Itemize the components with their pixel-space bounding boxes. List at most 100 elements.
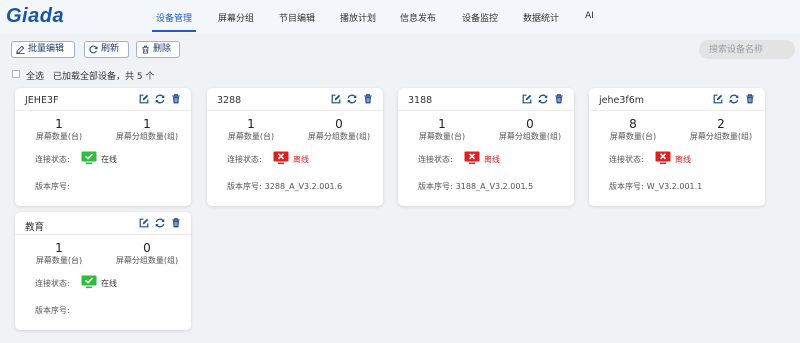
screen-count-label: 屏幕数量(台) xyxy=(609,132,657,141)
version-label: 版本序号: xyxy=(35,306,70,315)
card-actions xyxy=(328,94,373,105)
refresh-icon xyxy=(89,45,98,54)
nav-active-indicator xyxy=(152,30,196,32)
group-count-value: 0 xyxy=(526,117,534,131)
group-count-label: 屏幕分组数量(组) xyxy=(115,132,179,141)
card-divider xyxy=(15,234,191,235)
nav-item-device-management[interactable]: 设备管理 xyxy=(156,11,192,24)
select-all-checkbox[interactable] xyxy=(12,70,20,78)
version-text: 版本序号: 3288_A_V3.2.001.6 xyxy=(227,181,342,192)
connection-status-text: 在线 xyxy=(101,155,117,164)
card-actions xyxy=(136,94,181,105)
connection-status-label: 连接状态: xyxy=(418,155,453,164)
edit-icon[interactable] xyxy=(713,94,723,104)
screen-count-stat: 8 屏幕数量(台) xyxy=(589,117,677,142)
monitor-online-icon xyxy=(81,275,97,289)
group-count-value: 1 xyxy=(143,117,151,131)
version-text: 版本序号: 3188_A_V3.2.001.5 xyxy=(418,181,533,192)
delete-button[interactable]: 删除 xyxy=(136,41,180,58)
screen-count-label: 屏幕数量(台) xyxy=(418,132,466,141)
refresh-icon[interactable] xyxy=(538,94,548,104)
edit-icon[interactable] xyxy=(331,94,341,104)
card-actions xyxy=(710,94,755,105)
refresh-icon[interactable] xyxy=(347,94,357,104)
refresh-icon[interactable] xyxy=(155,218,165,228)
group-count-value: 2 xyxy=(717,117,725,131)
trash-icon[interactable] xyxy=(171,218,181,228)
group-count-stat: 0 屏幕分组数量(组) xyxy=(103,241,191,266)
refresh-label: 刷新 xyxy=(101,44,120,54)
card-divider xyxy=(207,110,383,111)
select-all-label: 全选 xyxy=(26,72,45,82)
refresh-button[interactable]: 刷新 xyxy=(84,41,129,58)
connection-status-label: 连接状态: xyxy=(609,155,644,164)
monitor-offline-icon xyxy=(464,151,480,165)
version-value: 3188_A_V3.2.001.5 xyxy=(455,182,534,191)
trash-icon[interactable] xyxy=(363,94,373,104)
connection-status-label: 连接状态: xyxy=(35,155,70,164)
device-card[interactable]: JEHE3F 1 屏幕数量(台) 1 屏幕分组数量(组) 连接状态: 在线 版本… xyxy=(15,88,191,206)
version-label: 版本序号: xyxy=(227,182,262,191)
card-divider xyxy=(589,110,765,111)
nav-item-data-stats[interactable]: 数据统计 xyxy=(523,11,559,24)
connection-status-label: 连接状态: xyxy=(35,279,70,288)
device-name: 3188 xyxy=(408,95,433,106)
trash-icon[interactable] xyxy=(745,94,755,104)
app-logo: Giada xyxy=(6,5,65,27)
edit-icon[interactable] xyxy=(522,94,532,104)
group-count-label: 屏幕分组数量(组) xyxy=(498,132,562,141)
version-text: 版本序号: xyxy=(35,305,73,316)
device-card[interactable]: 3288 1 屏幕数量(台) 0 屏幕分组数量(组) 连接状态: 离线 版本序号… xyxy=(207,88,383,206)
edit-icon[interactable] xyxy=(139,218,149,228)
batch-edit-label: 批量编辑 xyxy=(28,44,65,54)
batch-edit-button[interactable]: 批量编辑 xyxy=(11,41,75,58)
top-bar: Giada 设备管理 屏幕分组 节目编辑 播放计划 信息发布 设备监控 数据统计… xyxy=(0,0,800,34)
group-count-stat: 2 屏幕分组数量(组) xyxy=(677,117,765,142)
device-name: jehe3f6m xyxy=(599,95,645,106)
trash-icon xyxy=(142,45,149,54)
trash-icon[interactable] xyxy=(171,94,181,104)
version-label: 版本序号: xyxy=(609,182,644,191)
nav-item-ai[interactable]: AI xyxy=(585,11,594,21)
nav-item-device-monitor[interactable]: 设备监控 xyxy=(462,11,498,24)
refresh-icon[interactable] xyxy=(729,94,739,104)
version-text: 版本序号: W_V3.2.001.1 xyxy=(609,181,702,192)
group-count-stat: 1 屏幕分组数量(组) xyxy=(103,117,191,142)
connection-status-label: 连接状态: xyxy=(227,155,262,164)
group-count-value: 0 xyxy=(335,117,343,131)
device-card[interactable]: jehe3f6m 8 屏幕数量(台) 2 屏幕分组数量(组) 连接状态: 离线 … xyxy=(589,88,765,206)
version-label: 版本序号: xyxy=(418,182,453,191)
search-input[interactable] xyxy=(699,40,795,59)
nav-item-info-publish[interactable]: 信息发布 xyxy=(400,11,436,24)
trash-icon[interactable] xyxy=(554,94,564,104)
screen-count-label: 屏幕数量(台) xyxy=(227,132,275,141)
connection-status-text: 离线 xyxy=(484,155,500,164)
connection-status-text: 离线 xyxy=(293,155,309,164)
group-count-label: 屏幕分组数量(组) xyxy=(307,132,371,141)
device-card[interactable]: 教育 1 屏幕数量(台) 0 屏幕分组数量(组) 连接状态: 在线 版本序号: xyxy=(15,212,191,330)
device-name: 3288 xyxy=(217,95,242,106)
nav-item-program-edit[interactable]: 节目编辑 xyxy=(279,11,315,24)
edit-icon[interactable] xyxy=(139,94,149,104)
edit-icon xyxy=(16,45,25,54)
device-name: JEHE3F xyxy=(25,95,59,106)
screen-count-value: 1 xyxy=(55,117,63,131)
screen-count-label: 屏幕数量(台) xyxy=(35,132,83,141)
group-count-stat: 0 屏幕分组数量(组) xyxy=(295,117,383,142)
card-actions xyxy=(519,94,564,105)
monitor-offline-icon xyxy=(655,151,671,165)
refresh-icon[interactable] xyxy=(155,94,165,104)
screen-count-value: 1 xyxy=(247,117,255,131)
version-value: 3288_A_V3.2.001.6 xyxy=(264,182,343,191)
screen-count-value: 8 xyxy=(629,117,637,131)
group-count-value: 0 xyxy=(143,241,151,255)
screen-count-value: 1 xyxy=(55,241,63,255)
nav-item-screen-groups[interactable]: 屏幕分组 xyxy=(218,11,254,24)
screen-count-label: 屏幕数量(台) xyxy=(35,256,83,265)
group-count-label: 屏幕分组数量(组) xyxy=(689,132,753,141)
group-count-label: 屏幕分组数量(组) xyxy=(115,256,179,265)
screen-count-stat: 1 屏幕数量(台) xyxy=(15,117,103,142)
screen-count-stat: 1 屏幕数量(台) xyxy=(207,117,295,142)
nav-item-play-plan[interactable]: 播放计划 xyxy=(340,11,376,24)
device-card[interactable]: 3188 1 屏幕数量(台) 0 屏幕分组数量(组) 连接状态: 离线 版本序号… xyxy=(398,88,574,206)
